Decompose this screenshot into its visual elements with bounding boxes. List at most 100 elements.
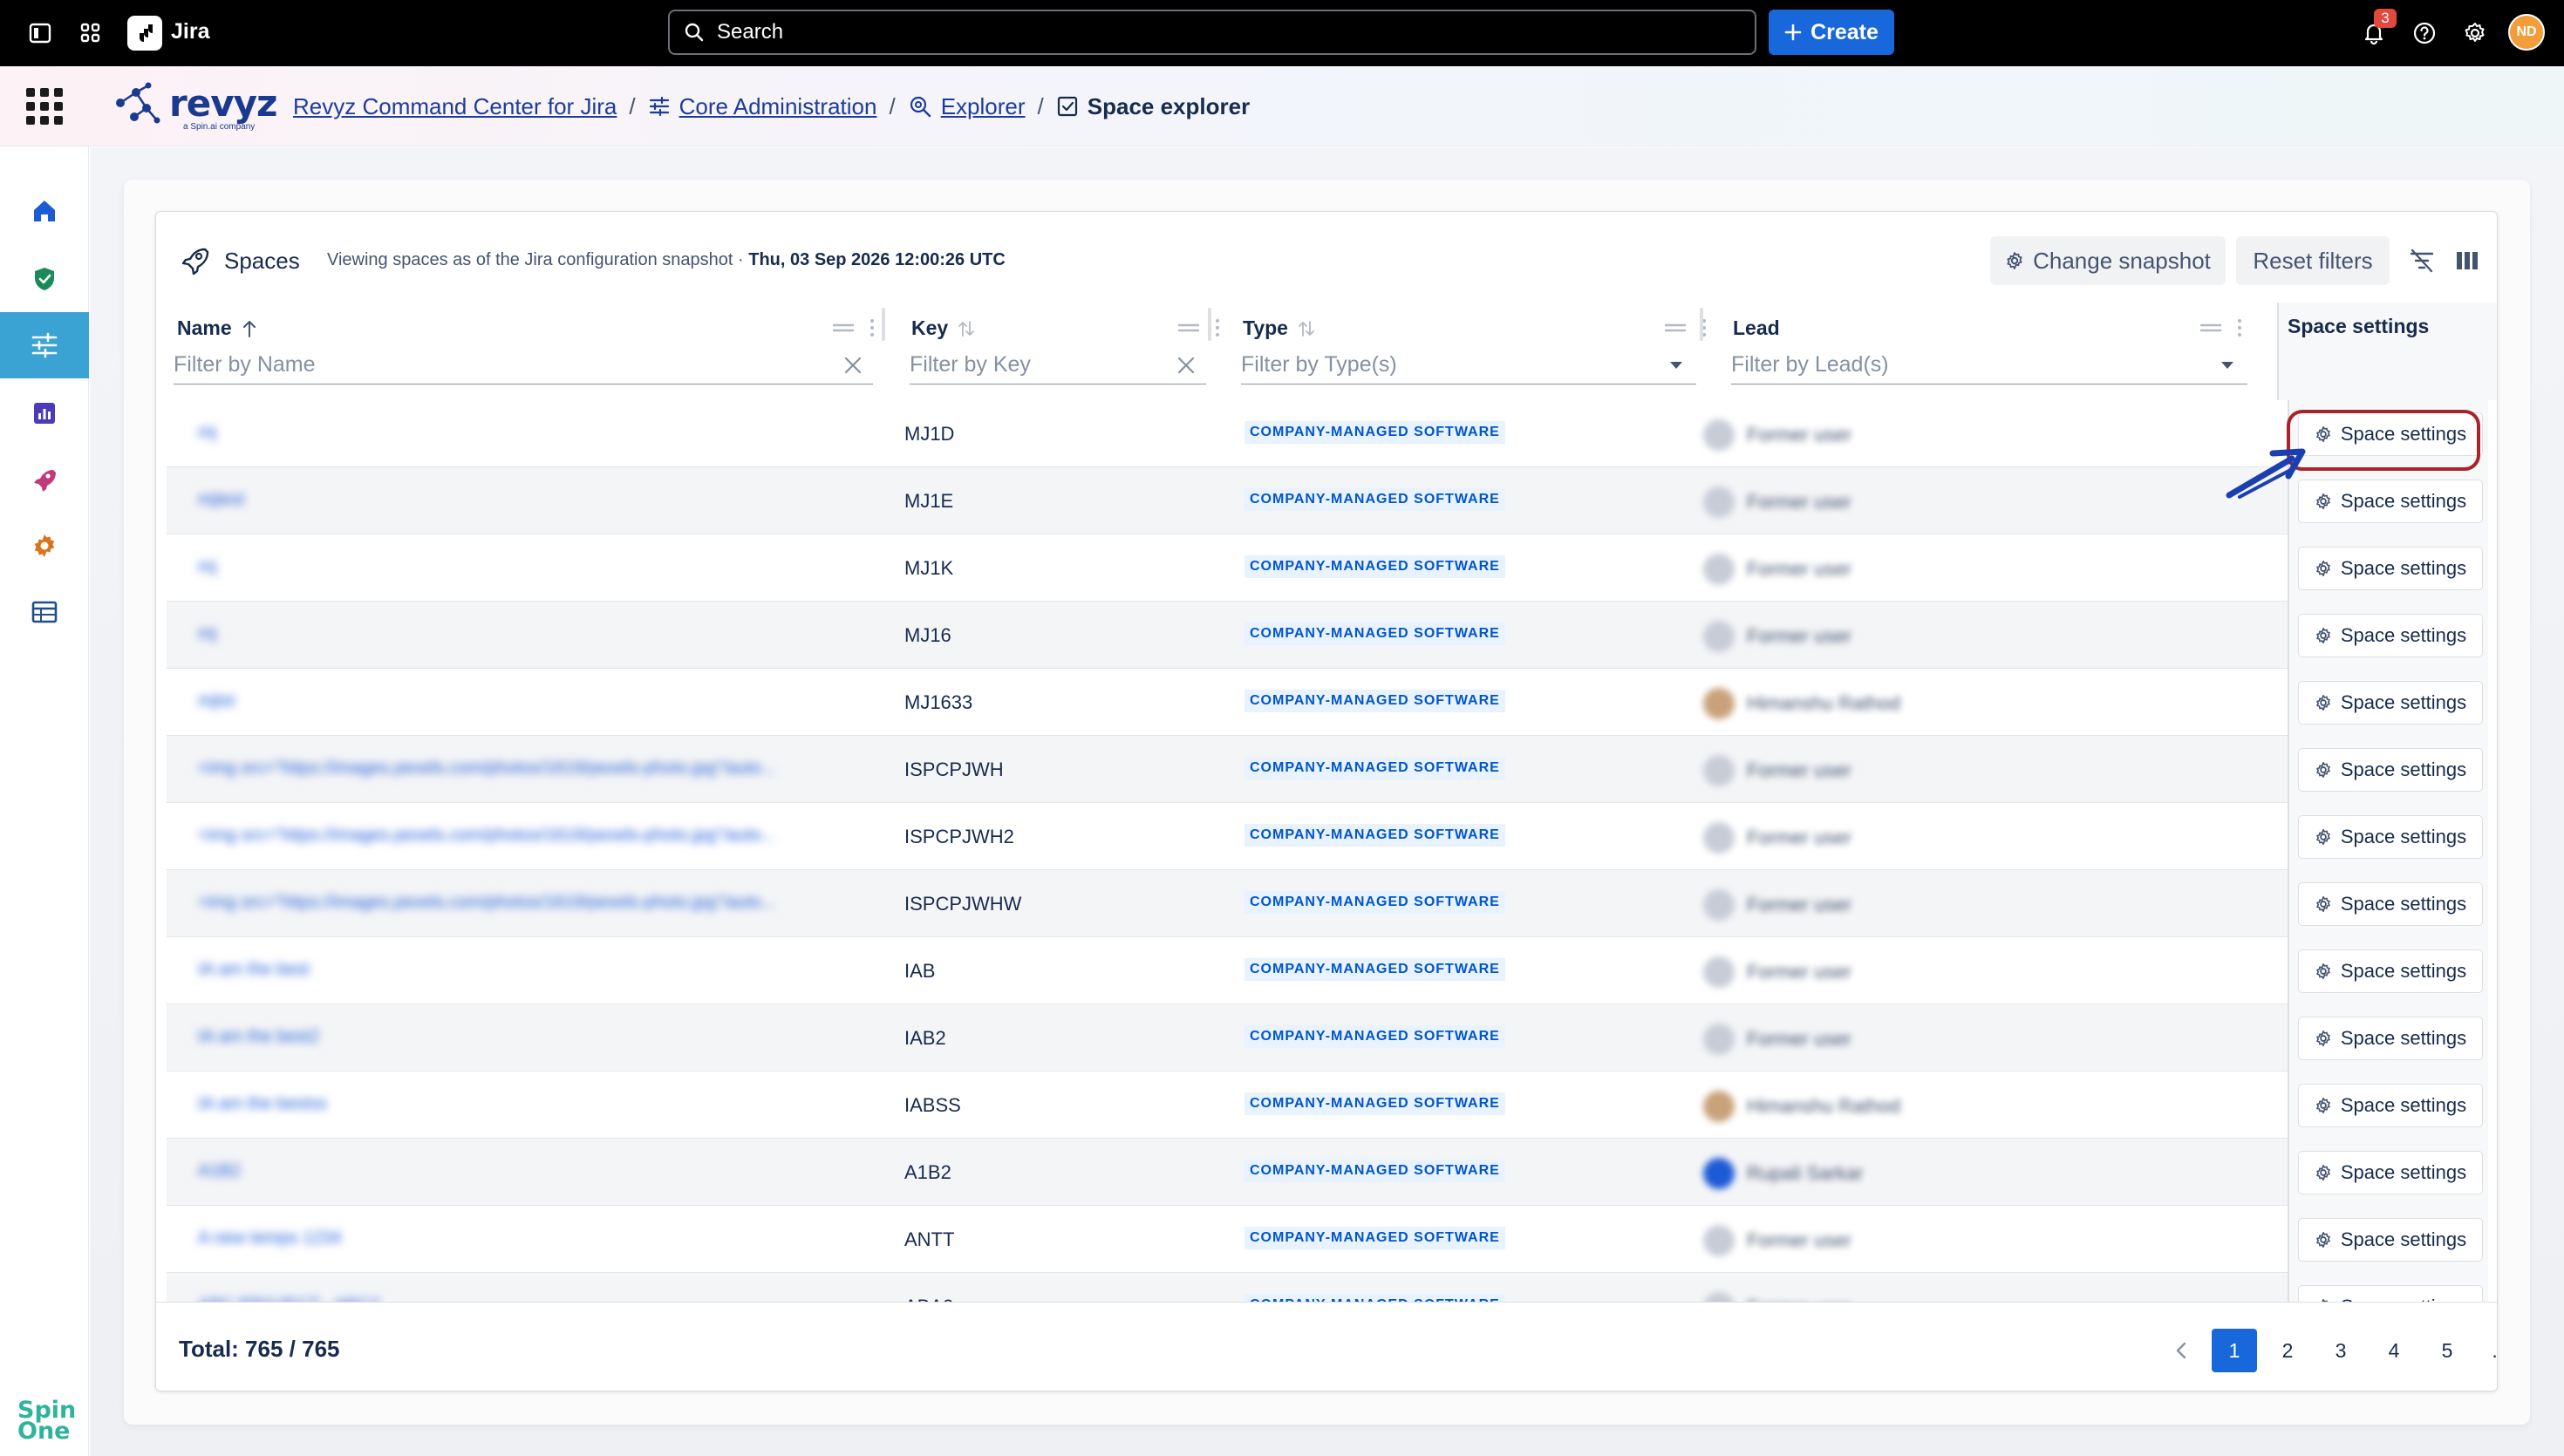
- caret-down-icon[interactable]: [2220, 360, 2235, 371]
- space-name-link[interactable]: mj: [198, 557, 216, 576]
- drag-handle-icon[interactable]: [1665, 322, 1686, 334]
- space-name-link[interactable]: IA am the best: [198, 960, 310, 979]
- sidebar-item-settings[interactable]: [0, 513, 89, 579]
- space-settings-button[interactable]: Space settings: [2298, 815, 2483, 859]
- filter-by-key-input[interactable]: Filter by Key: [910, 346, 1206, 384]
- table-row[interactable]: A new temps 1234 ANTT COMPANY-MANAGED SOFT…: [167, 1206, 2488, 1273]
- sort-ascending-icon[interactable]: [241, 319, 258, 338]
- table-row[interactable]: mj MJ1D COMPANY-MANAGED SOFTWARE Former use…: [167, 400, 2488, 467]
- breadcrumb-explorer[interactable]: Explorer: [941, 93, 1026, 120]
- space-settings-button[interactable]: Space settings: [2298, 1218, 2483, 1262]
- sort-icon[interactable]: [1297, 319, 1316, 338]
- page-button[interactable]: 3: [2318, 1329, 2363, 1372]
- breadcrumb-core-administration[interactable]: Core Administration: [679, 93, 877, 120]
- create-button[interactable]: Create: [1769, 10, 1894, 55]
- breadcrumb-revyz-command-center[interactable]: Revyz Command Center for Jira: [293, 93, 617, 120]
- sidebar-item-security[interactable]: [0, 246, 89, 312]
- sidebar-toggle-icon[interactable]: [23, 16, 58, 51]
- drag-handle-icon[interactable]: [2200, 322, 2221, 334]
- app-name[interactable]: Jira: [171, 19, 209, 44]
- column-resizer[interactable]: [1700, 308, 1703, 341]
- clear-filter-icon[interactable]: [2404, 243, 2439, 278]
- space-settings-button[interactable]: Space settings: [2298, 1084, 2483, 1127]
- filter-by-type-select[interactable]: Filter by Type(s): [1241, 346, 1696, 384]
- space-name-link[interactable]: IA am the best2: [198, 1027, 319, 1046]
- column-header-type[interactable]: Type Filter by Type(s): [1241, 303, 1714, 388]
- space-name-link[interactable]: IA am the bestss: [198, 1094, 327, 1113]
- drag-handle-icon[interactable]: [833, 322, 854, 334]
- space-name-link[interactable]: mjtst: [198, 691, 235, 711]
- clear-icon[interactable]: [1176, 356, 1196, 375]
- column-title-lead[interactable]: Lead: [1733, 316, 1780, 340]
- column-resizer[interactable]: [882, 308, 885, 341]
- space-settings-button[interactable]: Space settings: [2298, 681, 2483, 725]
- space-settings-button[interactable]: Space settings: [2298, 882, 2483, 926]
- table-row[interactable]: mj MJ16 COMPANY-MANAGED SOFTWARE Former use…: [167, 602, 2488, 669]
- space-settings-button[interactable]: Space settings: [2298, 949, 2483, 993]
- filter-by-lead-select[interactable]: Filter by Lead(s): [1731, 346, 2247, 384]
- column-title-name[interactable]: Name: [177, 316, 258, 340]
- caret-down-icon[interactable]: [1668, 360, 1684, 371]
- space-settings-button[interactable]: Space settings: [2298, 547, 2483, 590]
- space-settings-button[interactable]: Space settings: [2298, 1151, 2483, 1194]
- space-name-link[interactable]: <img src="https://images.pexels.com/phot…: [198, 893, 775, 912]
- reset-filters-button[interactable]: Reset filters: [2236, 236, 2390, 285]
- page-button[interactable]: 4: [2371, 1329, 2417, 1372]
- space-name-link[interactable]: mj: [198, 624, 216, 643]
- space-settings-button[interactable]: Space settings: [2298, 614, 2483, 657]
- more-vertical-icon[interactable]: [2237, 318, 2242, 337]
- app-switcher-icon[interactable]: [73, 16, 108, 51]
- table-row[interactable]: mjtst MJ1633 COMPANY-MANAGED SOFTWARE Himan…: [167, 669, 2488, 736]
- settings-gear-icon[interactable]: [2458, 16, 2492, 51]
- spin-one-logo[interactable]: Spin One: [17, 1398, 88, 1443]
- space-name-link[interactable]: <img src="https://images.pexels.com/phot…: [198, 759, 775, 778]
- space-settings-button[interactable]: Space settings: [2298, 748, 2483, 792]
- filter-by-name-input[interactable]: Filter by Name: [174, 346, 873, 384]
- more-vertical-icon[interactable]: [1215, 318, 1220, 337]
- table-row[interactable]: mj MJ1K COMPANY-MANAGED SOFTWARE Former use…: [167, 534, 2488, 602]
- table-row[interactable]: A1B2 A1B2 COMPANY-MANAGED SOFTWARE Rupali S…: [167, 1139, 2488, 1206]
- table-row[interactable]: <img src="https://images.pexels.com/phot…: [167, 803, 2488, 870]
- user-avatar[interactable]: ND: [2508, 14, 2545, 51]
- help-icon[interactable]: [2407, 16, 2442, 51]
- space-name-link[interactable]: A1B2: [198, 1161, 241, 1180]
- column-title-type[interactable]: Type: [1243, 316, 1316, 340]
- column-header-lead[interactable]: Lead Filter by Lead(s): [1731, 303, 2265, 388]
- column-menu[interactable]: [1178, 318, 1220, 337]
- previous-page-chevron-left-icon[interactable]: [2158, 1329, 2204, 1372]
- table-row[interactable]: IA am the best IAB COMPANY-MANAGED SOFTWAR…: [167, 937, 2488, 1004]
- table-row[interactable]: <img src="https://images.pexels.com/phot…: [167, 736, 2488, 803]
- table-row[interactable]: mjtest MJ1E COMPANY-MANAGED SOFTWARE Former…: [167, 467, 2488, 534]
- sort-icon[interactable]: [957, 319, 976, 338]
- more-vertical-icon[interactable]: [869, 318, 875, 337]
- column-header-name[interactable]: Name Filter by Name: [174, 303, 883, 388]
- column-menu[interactable]: [2200, 318, 2242, 337]
- column-menu[interactable]: [833, 318, 875, 337]
- space-name-link[interactable]: A new temps 1234: [198, 1228, 342, 1248]
- space-name-link[interactable]: <img src="https://images.pexels.com/phot…: [198, 826, 775, 845]
- page-button[interactable]: 2: [2265, 1329, 2310, 1372]
- space-name-link[interactable]: mjtest: [198, 490, 244, 509]
- columns-toggle-icon[interactable]: [2450, 243, 2485, 278]
- jira-logo-icon[interactable]: [127, 16, 162, 51]
- column-header-key[interactable]: Key Filter by Key: [910, 303, 1225, 388]
- drag-handle-icon[interactable]: [1178, 322, 1199, 334]
- sidebar-item-core-administration[interactable]: [0, 312, 89, 378]
- global-search-input[interactable]: Search: [668, 10, 1756, 55]
- column-title-key[interactable]: Key: [911, 316, 976, 340]
- table-row[interactable]: IA am the best2 IAB2 COMPANY-MANAGED SOFTW…: [167, 1004, 2488, 1072]
- sidebar-item-home[interactable]: [0, 178, 89, 244]
- sidebar-item-tables[interactable]: [0, 579, 89, 645]
- space-settings-button[interactable]: Space settings: [2298, 1017, 2483, 1060]
- space-name-link[interactable]: mj: [198, 423, 216, 442]
- page-button[interactable]: 1: [2212, 1329, 2257, 1372]
- sidebar-item-deploy[interactable]: [0, 446, 89, 513]
- sidebar-item-reports[interactable]: [0, 380, 89, 446]
- table-row[interactable]: <img src="https://images.pexels.com/phot…: [167, 870, 2488, 937]
- space-settings-button[interactable]: Space settings: [2298, 480, 2483, 523]
- column-resizer[interactable]: [1208, 308, 1211, 341]
- app-launcher-grid-icon[interactable]: [26, 88, 63, 125]
- change-snapshot-button[interactable]: Change snapshot: [1990, 236, 2226, 285]
- page-button[interactable]: 5: [2424, 1329, 2470, 1372]
- table-row[interactable]: IA am the bestss IABSS COMPANY-MANAGED SOF…: [167, 1072, 2488, 1139]
